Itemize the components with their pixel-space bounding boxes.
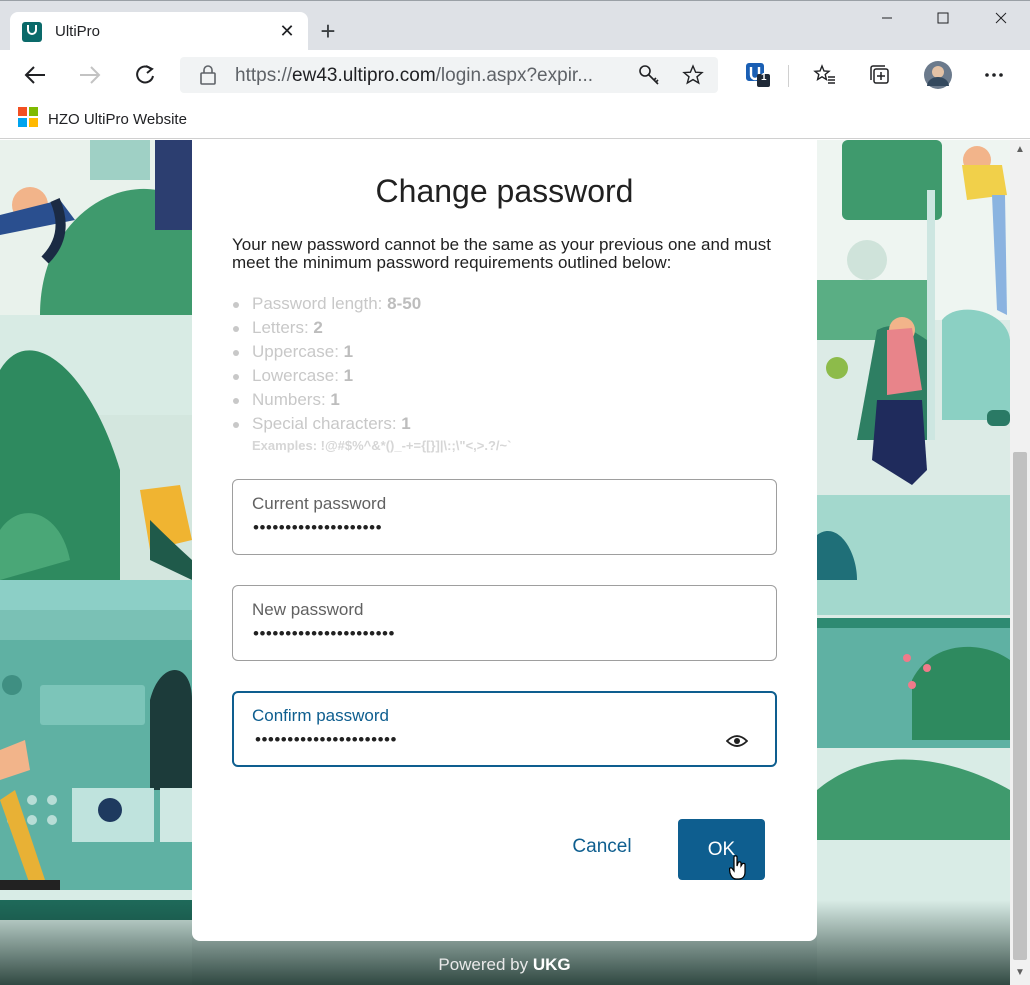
powered-by-footer: Powered by UKG (438, 955, 571, 974)
favorite-star-icon[interactable] (682, 64, 704, 91)
requirement-numbers: Numbers: 1 (232, 388, 421, 412)
address-bar[interactable]: https://ew43.ultipro.com/login.aspx?expi… (180, 57, 718, 93)
scroll-up-arrow-icon[interactable]: ▲ (1014, 144, 1026, 156)
requirement-special: Special characters: 1 (232, 412, 421, 436)
tab-strip: UltiPro ✕ + (0, 0, 1030, 51)
password-requirements-list: Password length: 8-50 Letters: 2 Upperca… (232, 292, 421, 436)
background-illustration-left (0, 140, 192, 985)
show-password-eye-icon[interactable] (725, 734, 749, 753)
ok-button[interactable]: OK (678, 819, 765, 880)
cancel-button[interactable]: Cancel (566, 822, 638, 872)
url-text: https://ew43.ultipro.com/login.aspx?expi… (235, 65, 594, 86)
browser-tab[interactable]: UltiPro ✕ (10, 12, 308, 51)
back-arrow-icon[interactable] (17, 58, 53, 92)
requirement-lowercase: Lowercase: 1 (232, 364, 421, 388)
more-options-icon[interactable] (976, 58, 1012, 92)
current-password-field[interactable]: Current password •••••••••••••••••••• (232, 479, 777, 555)
dialog-description: Your new password cannot be the same as … (232, 235, 771, 272)
confirm-password-label: Confirm password (252, 706, 389, 725)
lock-icon (200, 65, 216, 90)
requirement-length: Password length: 8-50 (232, 292, 421, 316)
favorites-bar: HZO UltiPro Website (0, 100, 1030, 139)
toolbar-divider (788, 65, 789, 87)
microsoft-logo-icon (18, 106, 38, 132)
profile-avatar-icon[interactable] (920, 58, 956, 92)
scrollbar-thumb[interactable] (1013, 452, 1027, 960)
bookmark-label: HZO UltiPro Website (48, 110, 187, 128)
collections-icon[interactable] (862, 58, 898, 92)
new-password-value: •••••••••••••••••••••• (253, 624, 395, 643)
scroll-down-arrow-icon[interactable]: ▼ (1014, 967, 1026, 979)
confirm-password-field[interactable]: Confirm password •••••••••••••••••••••• (232, 691, 777, 767)
ultipro-favicon-icon (22, 22, 42, 42)
page-scrollbar[interactable]: ▲ ▼ (1010, 140, 1030, 985)
current-password-value: •••••••••••••••••••• (253, 518, 383, 537)
favorites-icon[interactable] (807, 58, 843, 92)
change-password-dialog: Change password Your new password cannot… (192, 140, 817, 941)
extension-badge: 1 (761, 72, 767, 83)
minimize-icon[interactable] (864, 5, 910, 35)
forward-arrow-icon[interactable] (72, 58, 108, 92)
special-characters-examples: Examples: !@#$%^&*()_-+={[}]|\:;\"<,>.?/… (252, 438, 512, 453)
extension-icon[interactable]: 1 (740, 58, 776, 92)
requirement-uppercase: Uppercase: 1 (232, 340, 421, 364)
dialog-title: Change password (375, 173, 634, 209)
confirm-password-value: •••••••••••••••••••••• (255, 730, 397, 749)
current-password-label: Current password (252, 494, 387, 513)
password-key-icon[interactable] (638, 64, 660, 91)
new-password-label: New password (252, 600, 364, 619)
requirement-letters: Letters: 2 (232, 316, 421, 340)
close-tab-icon[interactable]: ✕ (276, 20, 298, 42)
maximize-icon[interactable] (920, 5, 966, 35)
new-password-field[interactable]: New password •••••••••••••••••••••• (232, 585, 777, 661)
new-tab-icon[interactable]: + (316, 18, 340, 44)
refresh-icon[interactable] (127, 58, 163, 92)
bookmark-hzo-ultipro[interactable]: HZO UltiPro Website (18, 106, 187, 132)
browser-toolbar: https://ew43.ultipro.com/login.aspx?expi… (0, 50, 1030, 100)
tab-title: UltiPro (55, 23, 101, 40)
hand-cursor-icon (728, 855, 747, 886)
close-window-icon[interactable] (978, 5, 1024, 35)
browser-chrome: UltiPro ✕ + https://ew43.ultipro.com/log… (0, 0, 1030, 140)
background-illustration-right (817, 140, 1010, 985)
